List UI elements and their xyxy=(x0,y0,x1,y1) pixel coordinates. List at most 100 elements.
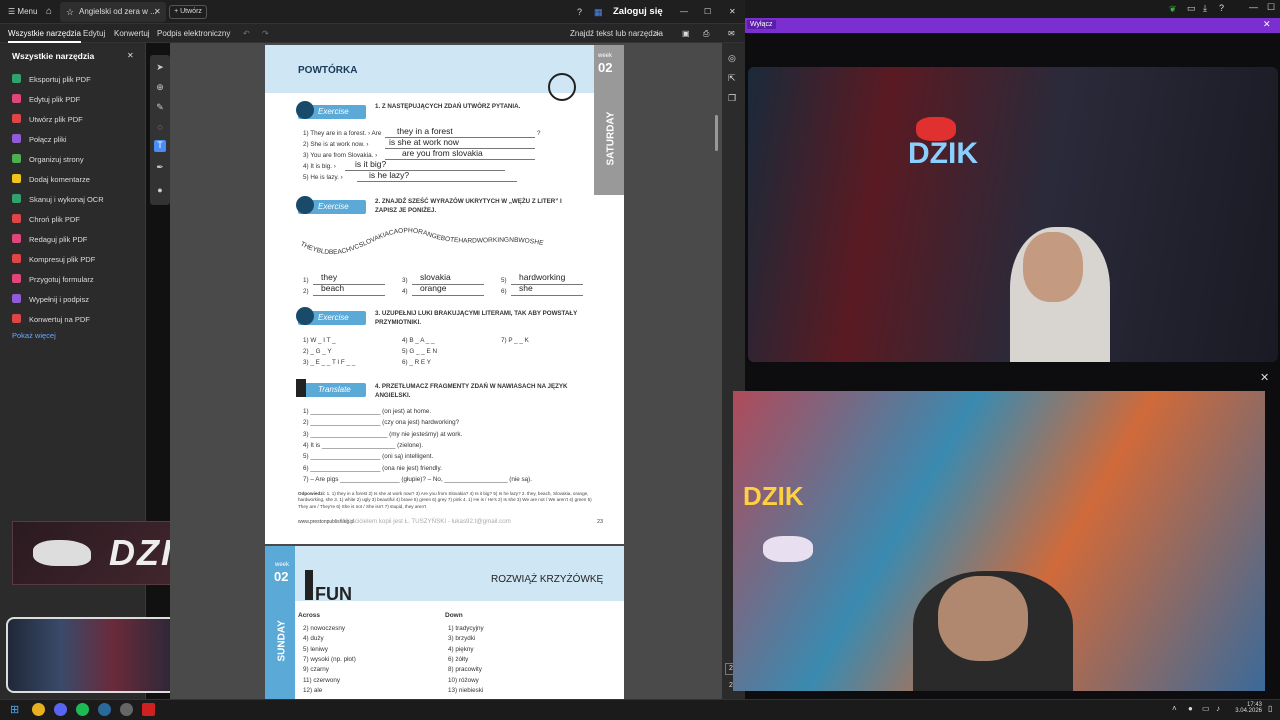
signature-icon[interactable]: ✒ xyxy=(155,162,165,172)
sidebar-tool-item[interactable]: Organizuj strony xyxy=(12,152,84,168)
sidebar-tool-item[interactable]: Przygotuj formularz xyxy=(12,272,94,288)
spotify-icon[interactable] xyxy=(76,703,89,716)
across-clue: 11) czerwony xyxy=(303,676,340,684)
tray-chevron-icon[interactable]: ˄ xyxy=(1172,704,1177,713)
neon-boar-icon xyxy=(916,117,956,141)
tab-e-signature[interactable]: Podpis elektroniczny xyxy=(157,24,230,43)
steam-icon[interactable] xyxy=(98,703,111,716)
obs-icon[interactable] xyxy=(120,703,133,716)
print-icon[interactable]: ⎙ xyxy=(703,24,709,43)
close-bar-icon[interactable]: ✕ xyxy=(1263,19,1271,30)
sidebar-tool-item[interactable]: Konwertuj na PDF xyxy=(12,312,90,328)
notification-icon[interactable]: ▯ xyxy=(1268,704,1272,713)
zoom-icon[interactable]: ⊕ xyxy=(155,82,165,92)
exercise-1-prompt: 4) It is big. › xyxy=(303,163,336,170)
translate-line: 3) ______________________ (my nie jesteś… xyxy=(303,430,463,438)
pen-icon[interactable]: ✎ xyxy=(155,102,165,112)
close-window-icon[interactable]: ✕ xyxy=(729,0,736,24)
sidebar-tool-item[interactable]: Skanuj i wykonaj OCR xyxy=(12,192,104,208)
stream-preview-thumbnail xyxy=(6,617,186,693)
svg-text:THEYBLDBEACHVCSLOVAKIACAOPHORA: THEYBLDBEACHVCSLOVAKIACAOPHORANGEBOTEHAR… xyxy=(299,227,544,256)
apps-grid-icon[interactable]: ▦ xyxy=(594,0,603,24)
help-icon[interactable]: ? xyxy=(577,0,582,24)
stream-maximize-icon[interactable]: ☐ xyxy=(1267,2,1275,13)
close-webcam-icon[interactable]: ✕ xyxy=(1260,371,1269,384)
acrobat-icon[interactable] xyxy=(142,703,155,716)
maximize-icon[interactable]: ☐ xyxy=(704,0,711,24)
search-icon[interactable]: ⌕ xyxy=(655,24,659,43)
undo-icon[interactable]: ↶ xyxy=(243,24,250,43)
tool-icon xyxy=(12,194,21,203)
lasso-icon[interactable]: ◌ xyxy=(155,122,165,132)
scrollbar-thumb[interactable] xyxy=(715,115,718,151)
comment-icon[interactable]: ◎ xyxy=(728,53,736,64)
question-mark: ? xyxy=(537,130,541,137)
window-icon[interactable]: ▭ xyxy=(1187,3,1196,14)
mic-icon[interactable]: ● xyxy=(1188,704,1193,713)
new-tab-button[interactable]: + Utwórz xyxy=(169,5,207,19)
redo-icon[interactable]: ↷ xyxy=(262,24,269,43)
pdf-page-24: week 02 SUNDAY FUN ROZWIĄŻ KRZYŻÓWKĘ Acr… xyxy=(265,546,624,699)
star-icon[interactable]: ☆ xyxy=(66,0,74,24)
color-dot-icon[interactable]: ● xyxy=(155,185,165,195)
neon-dzik-sign: DZIK xyxy=(908,137,978,170)
pages-icon[interactable]: ❐ xyxy=(728,93,736,104)
show-more-link[interactable]: Pokaż więcej xyxy=(12,331,56,340)
exercise-1-prompt: 2) She is at work now. › xyxy=(303,141,369,148)
stream-minimize-icon[interactable]: — xyxy=(1249,2,1258,12)
answer-number: 1) xyxy=(303,277,309,284)
week-number: 02 xyxy=(598,60,613,75)
sidebar-tool-item[interactable]: Połącz pliki xyxy=(12,132,67,148)
gap-fill-item: 5) G _ _ E N xyxy=(402,348,437,355)
footer-owner-watermark: Właścicielem kopii jest Ł. TUSZYŃSKI - l… xyxy=(341,518,511,525)
tab-all-tools[interactable]: Wszystkie narzędzia xyxy=(8,24,81,43)
save-icon[interactable]: ▣ xyxy=(682,24,690,43)
discord-icon[interactable] xyxy=(54,703,67,716)
sidebar-tool-item[interactable]: Wypełnij i podpisz xyxy=(12,292,89,308)
minimize-icon[interactable]: — xyxy=(680,0,688,24)
share-icon[interactable]: ⇱ xyxy=(728,73,736,84)
sidebar-title: Wszystkie narzędzia xyxy=(12,51,95,61)
translate-line: 6) ____________________ (ona nie jest) f… xyxy=(303,464,442,472)
gap-fill-item: 2) _ G _ Y xyxy=(303,348,332,355)
document-tab[interactable]: ☆ Angielski od zera w ... ✕ xyxy=(60,2,166,22)
sidebar-tool-item[interactable]: Edytuj plik PDF xyxy=(12,92,80,108)
download-icon[interactable]: ⤓ xyxy=(1203,3,1207,14)
turn-off-button[interactable]: Wyłącz xyxy=(747,20,776,29)
help-circle-icon[interactable]: ? xyxy=(1219,3,1224,13)
chrome-icon[interactable] xyxy=(32,703,45,716)
network-icon[interactable]: ▭ xyxy=(1202,704,1210,713)
tool-label: Konwertuj na PDF xyxy=(29,315,90,324)
text-tool-icon[interactable]: T xyxy=(154,140,166,152)
exercise-icon xyxy=(296,196,314,214)
close-sidebar-icon[interactable]: ✕ xyxy=(127,51,134,60)
tool-label: Redaguj plik PDF xyxy=(29,235,88,244)
sidebar-tool-item[interactable]: Redaguj plik PDF xyxy=(12,232,87,248)
vertical-tool-strip: ➤ ⊕ ✎ ◌ T ✒ ● xyxy=(150,55,170,205)
clock[interactable]: 17:43 3.04.2026 xyxy=(1232,702,1262,714)
sidebar-tool-item[interactable]: Chroń plik PDF xyxy=(12,212,80,228)
sidebar-tool-item[interactable]: Dodaj komentarze xyxy=(12,172,90,188)
sidebar-tool-item[interactable]: Kompresuj plik PDF xyxy=(12,252,95,268)
sidebar-tool-item[interactable]: Utwórz plik PDF xyxy=(12,112,83,128)
volume-icon[interactable]: ♪ xyxy=(1216,704,1220,713)
snake-letters: THEYBLDBEACHVCSLOVAKIACAOPHORANGEBOTEHAR… xyxy=(299,227,544,256)
start-icon[interactable]: ⊞ xyxy=(10,703,19,716)
down-clue: 1) tradycyjny xyxy=(448,625,484,632)
search-tools-input[interactable]: Znajdź tekst lub narzędzia xyxy=(570,24,663,43)
tab-edit[interactable]: Edytuj xyxy=(83,24,105,43)
close-tab-icon[interactable]: ✕ xyxy=(154,0,161,24)
tab-convert[interactable]: Konwertuj xyxy=(114,24,150,43)
login-button[interactable]: Zaloguj się xyxy=(613,0,663,24)
select-cursor-icon[interactable]: ➤ xyxy=(155,62,165,72)
sidebar-tool-item[interactable]: Eksportuj plik PDF xyxy=(12,72,91,88)
mail-icon[interactable]: ✉ xyxy=(728,24,735,43)
home-icon[interactable]: ⌂ xyxy=(46,0,52,24)
tool-icon xyxy=(12,234,21,243)
fun-t-icon xyxy=(305,570,313,600)
translate-line: 7) – Are pigs _________________ (głupie)… xyxy=(303,475,532,483)
menu-button[interactable]: ☰ Menu xyxy=(8,0,37,24)
leaf-icon[interactable]: ❦ xyxy=(1169,4,1177,15)
handwritten-answer: she xyxy=(519,283,533,293)
answer-line xyxy=(385,159,535,160)
